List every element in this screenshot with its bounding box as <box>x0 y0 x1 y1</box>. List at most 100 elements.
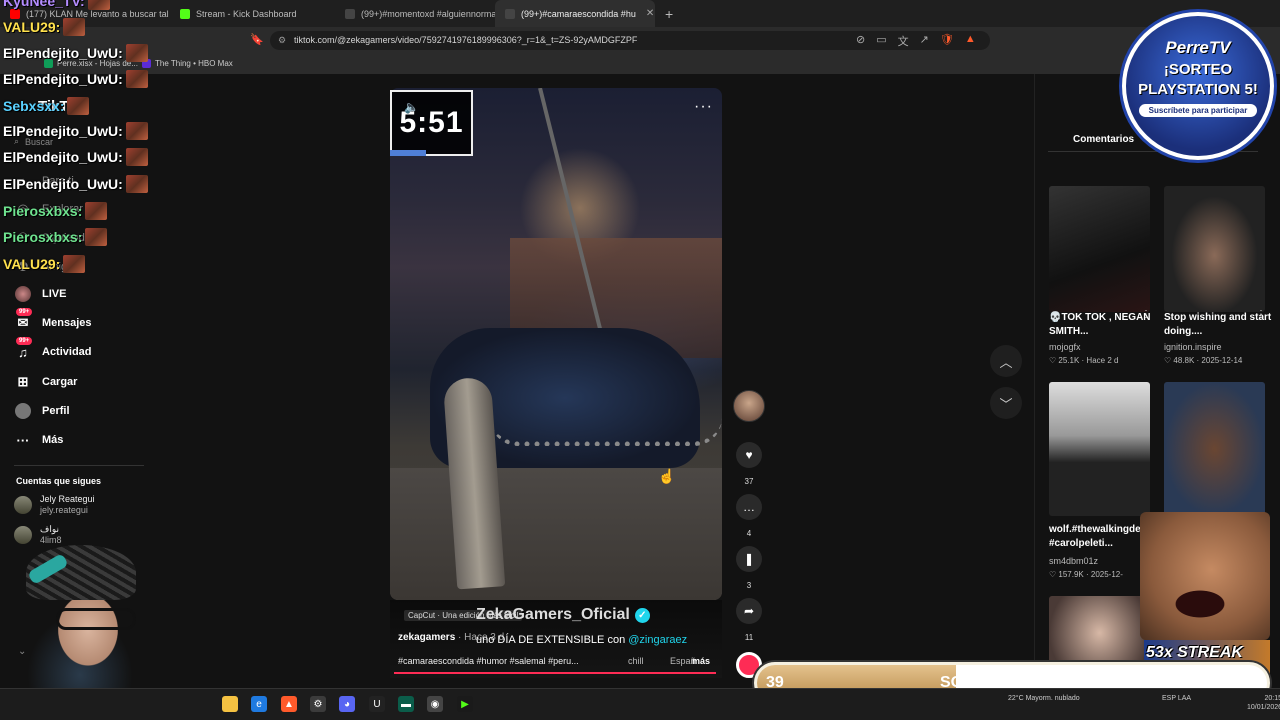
notification-badge: 99+ <box>16 308 33 316</box>
video-thumbnail[interactable] <box>1164 186 1265 312</box>
next-video-button[interactable]: ﹀ <box>990 387 1022 419</box>
kick-icon <box>180 8 190 19</box>
edge-icon[interactable]: e <box>251 696 267 712</box>
emote-icon <box>63 18 86 36</box>
comment-button[interactable]: … <box>736 494 762 520</box>
kick-icon[interactable]: ▶ <box>457 696 473 712</box>
sidebar-item-actividad[interactable]: ♫ 99+ Actividad <box>14 337 92 361</box>
video-timer: 5:51 <box>390 90 473 156</box>
browser-tab-3[interactable]: (99+)#momentoxd #alguiennormal <box>335 0 495 27</box>
browser-tab-active[interactable]: (99+)#camaraescondida #hu ✕ <box>495 0 655 27</box>
video-progress[interactable] <box>394 672 716 674</box>
brave-icon[interactable]: ▲ <box>281 696 297 712</box>
emote-icon <box>85 228 108 246</box>
account-name: Jely Reategui <box>40 494 95 504</box>
share-icon: ➦ <box>743 604 755 618</box>
weather-widget[interactable]: 22°C Mayorm. nublado <box>1008 694 1080 703</box>
divider <box>14 465 144 466</box>
chat-message: ElPendejito_UwU: <box>3 175 148 193</box>
sidebar-item-perfil[interactable]: Perfil <box>14 402 70 420</box>
more-link[interactable]: más <box>692 656 710 666</box>
previous-video-button[interactable]: ︿ <box>990 345 1022 377</box>
cast-icon[interactable]: ▭ <box>876 33 886 49</box>
giveaway-subscribe: Suscríbete para participar <box>1139 104 1257 117</box>
volume-icon[interactable]: 🔈 <box>404 100 419 114</box>
giveaway-badge: PerreTV ¡SORTEO PLAYSTATION 5! Suscríbet… <box>1122 12 1274 160</box>
more-options-icon[interactable]: ··· <box>694 98 713 116</box>
tab-label: (99+)#camaraescondida #hu <box>521 8 636 19</box>
settings-icon[interactable]: ⚙ <box>310 696 326 712</box>
chat-username: ElPendejito_UwU: <box>3 149 123 165</box>
video-author[interactable]: mojogfx <box>1049 342 1081 352</box>
mention-link[interactable]: @zingaraez <box>628 634 687 646</box>
following-account[interactable]: نواف 4lim8 <box>14 524 62 546</box>
chat-message: Sebxsxx: <box>3 97 90 115</box>
video-author[interactable]: ignition.inspire <box>1164 342 1222 352</box>
address-bar-icons: ⊘ ▭ 文 ↗ 🛡 ▲ <box>856 33 976 49</box>
tag-chill[interactable]: chill <box>628 656 644 666</box>
language-indicator[interactable]: ESP LAA <box>1162 694 1191 703</box>
sidebar-item-live[interactable]: LIVE <box>14 285 66 303</box>
bookmark-icon[interactable]: 🔖 <box>250 33 264 46</box>
emote-icon <box>85 202 108 220</box>
video-thumbnail[interactable] <box>1049 382 1150 516</box>
hashtags[interactable]: #camaraescondida #humor #salemal #peru..… <box>398 656 579 666</box>
chat-username: Pierosxbxs: <box>3 203 83 219</box>
creator-avatar[interactable] <box>733 390 765 422</box>
discord-icon[interactable]: ◕ <box>339 696 355 712</box>
video-player[interactable] <box>390 88 722 600</box>
comment-icon: … <box>743 500 755 514</box>
sidebar-item-label: Perfil <box>42 405 70 417</box>
video-thumbnail[interactable] <box>1164 382 1265 516</box>
url-text: tiktok.com/@zekagamers/video/75927419761… <box>294 35 638 45</box>
youtube-icon <box>10 8 20 19</box>
brave-rewards-icon[interactable]: ▲ <box>965 33 976 49</box>
browser-tab-2[interactable]: Stream - Kick Dashboard <box>170 0 335 27</box>
emote-icon <box>125 44 148 62</box>
site-info-icon[interactable]: ⚙ <box>278 31 286 50</box>
sidebar-item-mas[interactable]: ··· Más <box>14 431 64 449</box>
bookmark-item[interactable]: The Thing • HBO Max <box>142 59 233 68</box>
upload-icon: ⊞ <box>17 374 29 389</box>
clock-time: 20:15 <box>1264 695 1280 702</box>
clock[interactable]: 20:15 10/01/2026 <box>1247 694 1280 712</box>
brave-shields-icon[interactable]: 🛡 <box>940 33 954 49</box>
no-track-icon[interactable]: ⊘ <box>856 33 865 49</box>
emote-icon <box>125 148 148 166</box>
video-thumbnail[interactable] <box>1049 186 1150 312</box>
terminal-icon[interactable]: ▬ <box>398 696 414 712</box>
translate-icon[interactable]: 文 <box>898 33 909 49</box>
sidebar-item-cargar[interactable]: ⊞ Cargar <box>14 373 78 391</box>
like-count: 25.1K <box>1058 356 1080 365</box>
video-author[interactable]: sm4dbm01z <box>1049 556 1098 566</box>
heart-icon: ♥ <box>745 448 753 462</box>
chat-message: VALU29: <box>3 255 86 273</box>
profile-icon <box>14 402 32 420</box>
app-u-icon[interactable]: U <box>369 696 385 712</box>
share-icon[interactable]: ↗ <box>920 33 929 49</box>
taskbar <box>0 688 1280 720</box>
chat-username: ElPendejito_UwU: <box>3 71 123 87</box>
emote-icon <box>125 175 148 193</box>
sidebar-item-mensajes[interactable]: ✉ 99+ Mensajes <box>14 308 92 332</box>
giveaway-line2: PLAYSTATION 5! <box>1138 81 1258 98</box>
tab-comentarios[interactable]: Comentarios <box>1073 134 1134 145</box>
like-button[interactable]: ♥ <box>736 442 762 468</box>
overlay-name-text: ZekaGamers_Oficial <box>476 606 630 623</box>
obs-icon[interactable]: ◉ <box>427 696 443 712</box>
close-icon[interactable]: ✕ <box>646 8 654 19</box>
kebab-icon[interactable]: ⋮ <box>1141 309 1151 320</box>
hand-cursor-icon: ☝ <box>658 468 676 484</box>
following-account[interactable]: Jely Reategui jely.reategui <box>14 494 95 516</box>
tab-label: Stream - Kick Dashboard <box>196 8 297 19</box>
kebab-icon[interactable]: ⋮ <box>1256 309 1266 320</box>
new-tab-icon[interactable]: + <box>655 6 683 22</box>
bookmarks-bar: Perre.xlsx - Hojas de... The Thing • HBO… <box>0 54 1280 74</box>
giveaway-line1: ¡SORTEO <box>1163 61 1233 78</box>
file-explorer-icon[interactable] <box>222 696 238 712</box>
tiktok-icon <box>505 8 515 19</box>
chat-username: Pierosxbxs: <box>3 229 83 245</box>
share-button[interactable]: ➦ <box>736 598 762 624</box>
save-button[interactable]: ❚ <box>736 546 762 572</box>
clock-date: 10/01/2026 <box>1247 704 1280 711</box>
